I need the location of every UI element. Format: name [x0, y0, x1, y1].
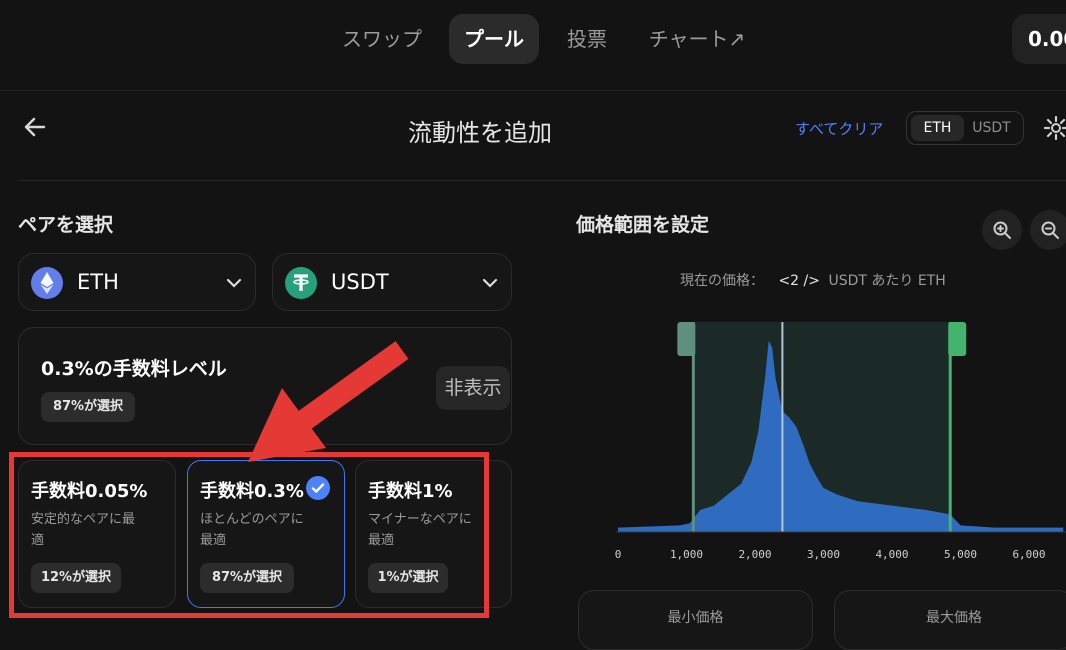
token-toggle: ETH USDT: [906, 111, 1024, 145]
selected-check-icon: [306, 476, 330, 500]
clear-all-link[interactable]: すべてクリア: [795, 118, 883, 139]
x-tick-label: 5,000: [944, 548, 977, 561]
chevron-down-icon: [225, 274, 243, 296]
chevron-down-icon: [481, 274, 499, 296]
eth-icon: [31, 267, 63, 299]
token-a-select[interactable]: ETH: [18, 253, 256, 311]
header-divider: [18, 180, 1066, 181]
token-a-label: ETH: [77, 270, 119, 294]
nav-divider: [0, 90, 1066, 91]
max-price-label: 最大価格: [926, 610, 982, 626]
zoom-out-button[interactable]: [1030, 210, 1066, 250]
fee-tier-desc: マイナーなペアに 最適: [368, 512, 472, 548]
x-tick-label: 4,000: [875, 548, 908, 561]
fee-tier-desc: 安定的なペアに最適: [31, 512, 136, 548]
fee-tier-desc: ほとんどのペアに 最適: [200, 512, 304, 548]
toggle-usdt[interactable]: USDT: [964, 115, 1019, 141]
x-tick-label: 0: [615, 548, 622, 561]
page-title: 流動性を追加: [408, 119, 552, 147]
hide-button[interactable]: 非表示: [436, 366, 510, 410]
max-price-input[interactable]: 最大価格: [834, 590, 1066, 650]
fee-summary-title: 0.3%の手数料レベル: [41, 358, 227, 380]
max-price-handle: [948, 322, 967, 356]
fee-tier-title: 手数料0.3%: [200, 481, 304, 502]
fee-tier-card-1[interactable]: 手数料1% マイナーなペアに 最適 1%が選択: [355, 460, 512, 608]
nav-chart[interactable]: チャート↗: [636, 14, 758, 64]
back-arrow-icon[interactable]: [20, 112, 50, 142]
x-tick-label: 3,000: [807, 548, 840, 561]
fee-tier-title: 手数料1%: [368, 481, 453, 502]
fee-tier-card-03[interactable]: 手数料0.3% ほとんどのペアに 最適 87%が選択: [187, 460, 345, 608]
price-range-heading: 価格範囲を設定: [576, 214, 710, 236]
nav-swap[interactable]: スワップ: [330, 14, 434, 64]
liquidity-chart[interactable]: 0 1,000 2,000 3,000 4,000 5,000 6,000: [600, 305, 1066, 570]
current-price-unit: USDT あたり ETH: [828, 273, 946, 289]
min-price-label: 最小価格: [667, 610, 724, 626]
zoom-in-icon: [993, 221, 1011, 239]
x-tick-label: 1,000: [670, 548, 703, 561]
fee-tier-card-005[interactable]: 手数料0.05% 安定的なペアに最適 12%が選択: [18, 460, 176, 608]
pair-heading: ペアを選択: [18, 214, 114, 236]
token-b-select[interactable]: USDT: [272, 253, 512, 311]
nav-vote[interactable]: 投票: [553, 14, 621, 64]
min-price-handle: [677, 322, 696, 356]
fee-tier-badge: 12%が選択: [31, 563, 121, 593]
current-price-value: <2 />: [778, 273, 820, 289]
usdt-icon: [285, 267, 317, 299]
x-tick-label: 2,000: [738, 548, 771, 561]
nav-pool[interactable]: プール: [449, 14, 539, 64]
token-b-label: USDT: [331, 270, 389, 294]
fee-tier-badge: 87%が選択: [200, 563, 294, 593]
x-tick-label: 6,000: [1012, 548, 1045, 561]
fee-summary-badge: 87%が選択: [41, 392, 135, 422]
wallet-balance[interactable]: 0.00: [1012, 14, 1066, 64]
zoom-in-button[interactable]: [982, 210, 1022, 250]
fee-tier-badge: 1%が選択: [368, 563, 448, 593]
min-price-input[interactable]: 最小価格: [578, 590, 813, 650]
settings-gear-icon[interactable]: [1043, 115, 1066, 141]
toggle-eth[interactable]: ETH: [911, 115, 965, 141]
annotation-arrow-icon: [248, 341, 409, 462]
current-price-label: 現在の価格：: [680, 273, 764, 289]
fee-tier-title: 手数料0.05%: [31, 481, 148, 502]
current-price: 現在の価格： <2 /> USDT あたり ETH: [680, 270, 946, 290]
zoom-out-icon: [1041, 221, 1059, 239]
